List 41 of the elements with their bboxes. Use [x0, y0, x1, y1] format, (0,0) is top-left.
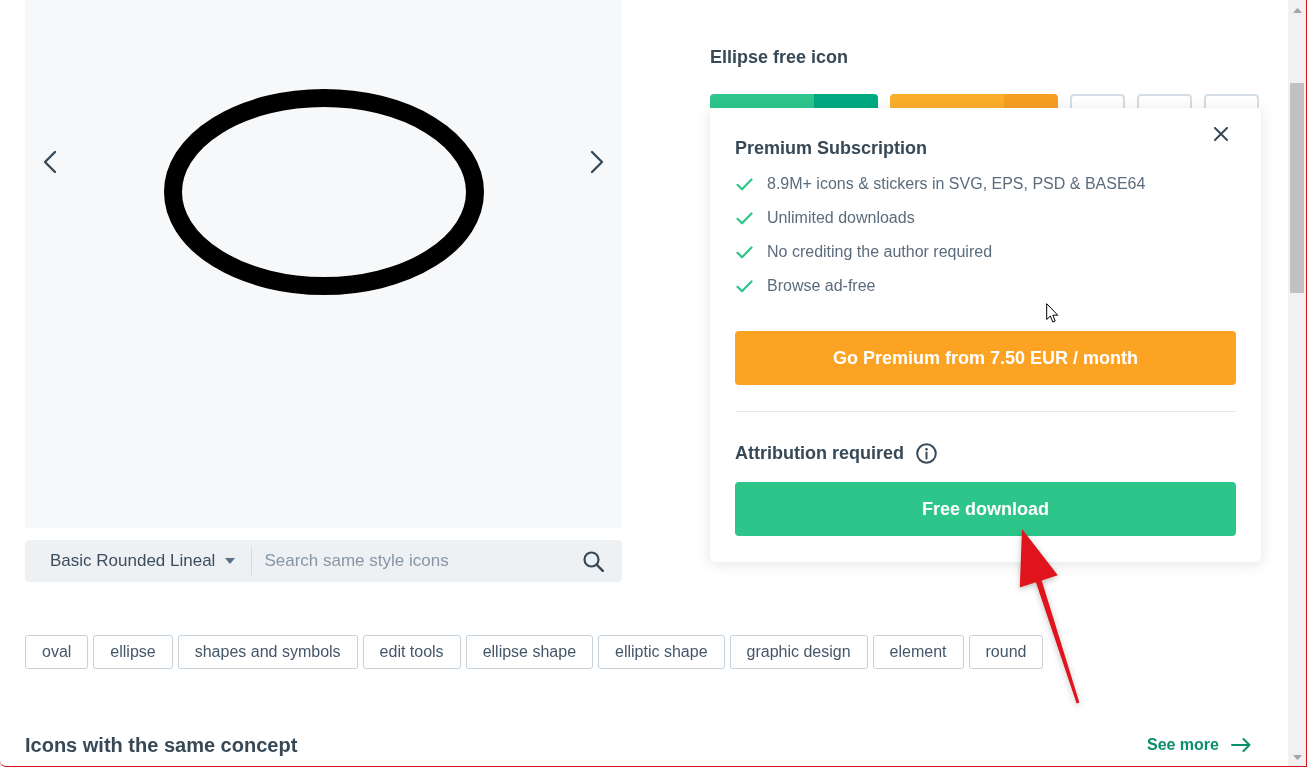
close-icon[interactable]: [1214, 127, 1228, 141]
info-icon[interactable]: [916, 442, 937, 464]
tag-button[interactable]: shapes and symbols: [177, 635, 358, 669]
split-button[interactable]: [710, 94, 878, 108]
tag-button[interactable]: ellipse shape: [465, 635, 594, 669]
search-field[interactable]: Search same style icons: [264, 548, 575, 574]
mouse-cursor-icon: [1046, 303, 1059, 323]
feature-text: 8.9M+ icons & stickers in SVG, EPS, PSD & BASE64: [767, 174, 1146, 194]
tag-button[interactable]: oval: [25, 635, 89, 669]
search-bar[interactable]: Basic Rounded Lineal Search same style icons: [25, 540, 622, 582]
check-icon: [736, 279, 753, 293]
feature-text: Browse ad-free: [767, 276, 876, 296]
check-icon: [736, 245, 753, 259]
chevron-left-icon[interactable]: [43, 150, 57, 174]
tag-button[interactable]: edit tools: [362, 635, 461, 669]
small-button[interactable]: [1137, 94, 1192, 108]
chevron-right-icon[interactable]: [590, 150, 604, 174]
section-heading: Icons with the same concept: [25, 733, 298, 758]
see-more-link[interactable]: See more: [1146, 736, 1251, 754]
split-button[interactable]: [890, 94, 1058, 108]
check-icon: [736, 177, 753, 191]
icon-title: Ellipse free icon: [710, 46, 850, 69]
scroll-down-icon[interactable]: [1292, 755, 1302, 760]
attribution-label: Attribution required: [735, 442, 904, 465]
tag-button[interactable]: element: [872, 635, 964, 669]
caret-icon: [225, 558, 236, 564]
small-button[interactable]: [1204, 94, 1259, 108]
tag-button[interactable]: graphic design: [729, 635, 868, 669]
small-button[interactable]: [1070, 94, 1125, 108]
tag-button[interactable]: elliptic shape: [598, 635, 725, 669]
tag-button[interactable]: round: [968, 635, 1044, 669]
feature-text: No crediting the author required: [767, 242, 993, 262]
scrollbar-thumb[interactable]: [1290, 83, 1304, 293]
arrow-right-icon: [1231, 738, 1251, 752]
popup-title: Premium Subscription: [735, 137, 928, 160]
search-icon[interactable]: [583, 550, 604, 572]
scroll-up-icon[interactable]: [1292, 8, 1302, 13]
check-icon: [736, 211, 753, 225]
feature-text: Unlimited downloads: [767, 208, 915, 228]
tag-button[interactable]: ellipse: [93, 635, 173, 669]
style-dropdown[interactable]: Basic Rounded Lineal: [50, 551, 236, 571]
